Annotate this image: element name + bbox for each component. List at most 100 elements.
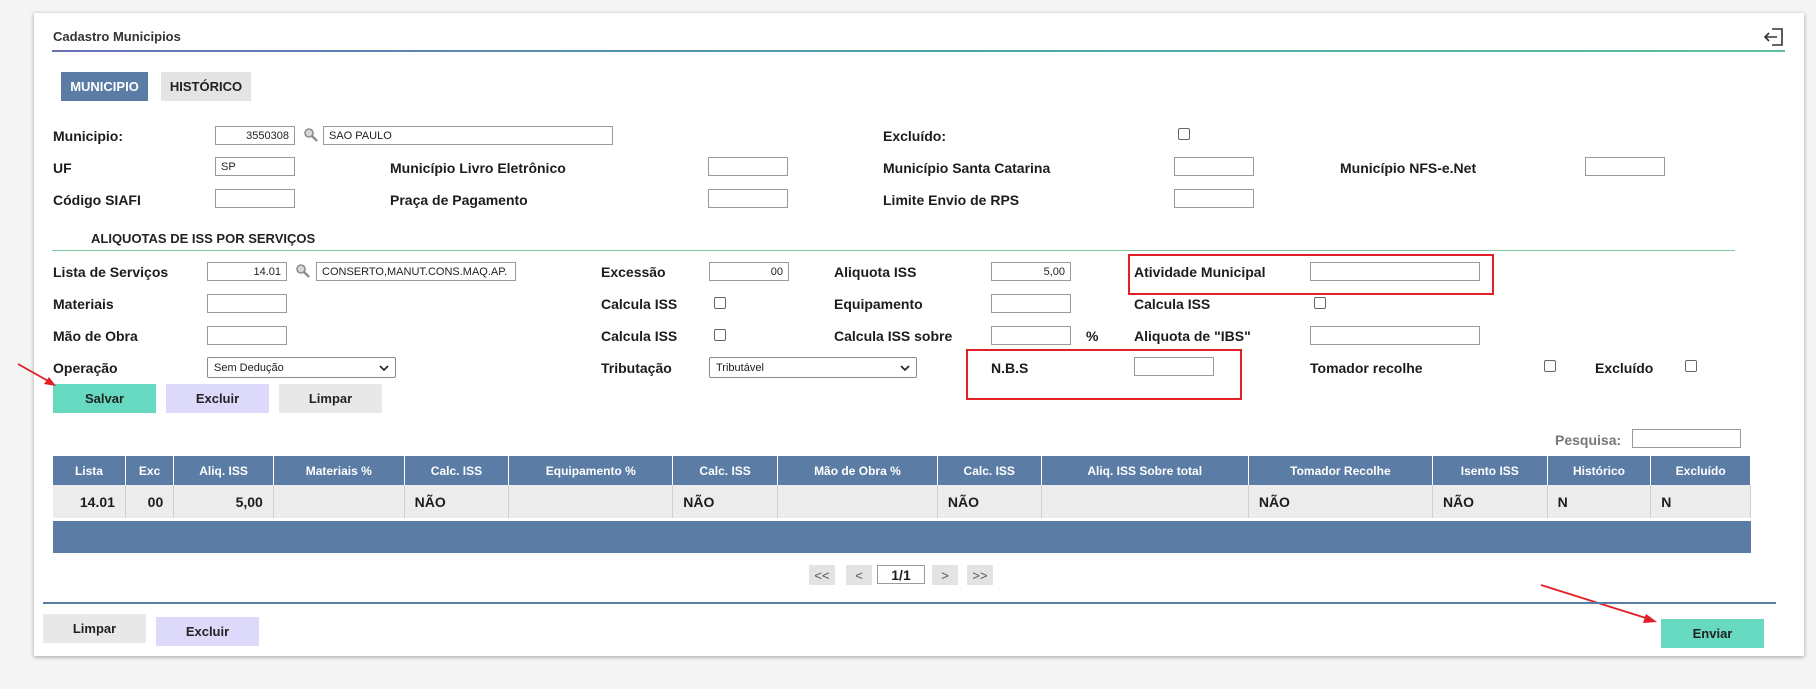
section-divider	[52, 250, 1735, 251]
page-title: Cadastro Municipios	[53, 29, 181, 44]
aliquota-iss-label: Aliquota ISS	[834, 264, 917, 280]
uf-input[interactable]: SP	[215, 157, 295, 176]
tab-municipio[interactable]: MUNICIPIO	[61, 72, 148, 101]
delete-button[interactable]: Excluir	[166, 384, 269, 413]
table-cell: N	[1650, 485, 1751, 518]
table-cell	[1041, 485, 1249, 518]
table-header-cell[interactable]: Equipamento %	[508, 456, 674, 485]
pager-next-button[interactable]: >	[932, 565, 958, 585]
footer-clear-button[interactable]: Limpar	[43, 614, 146, 643]
search-label: Pesquisa:	[1555, 432, 1622, 448]
calcula-iss-mao-obra-label: Calcula ISS	[601, 328, 678, 344]
excluido-label: Excluído:	[883, 128, 947, 144]
table-row[interactable]: 14.01 00 5,00 NÃO NÃO NÃO NÃO NÃO N N	[53, 485, 1751, 518]
search-icon[interactable]	[295, 263, 310, 278]
aliquota-ibs-input[interactable]	[1310, 326, 1480, 345]
aliquota-iss-input[interactable]: 5,00	[991, 262, 1071, 281]
table-cell: 00	[125, 485, 175, 518]
table-header-cell[interactable]: Calc. ISS	[404, 456, 510, 485]
tomador-recolhe-label: Tomador recolhe	[1310, 360, 1423, 376]
municipio-code-input[interactable]: 3550308	[215, 126, 295, 145]
atividade-municipal-input[interactable]	[1310, 262, 1480, 281]
table-header-cell[interactable]: Histórico	[1547, 456, 1652, 485]
calcula-iss-mao-obra-checkbox[interactable]	[714, 329, 726, 341]
table-cell: NÃO	[937, 485, 1042, 518]
excluido-checkbox[interactable]	[1178, 128, 1190, 140]
table-header-cell[interactable]: Mão de Obra %	[777, 456, 938, 485]
table-footer	[53, 521, 1751, 553]
table-header-row: Lista Exc Aliq. ISS Materiais % Calc. IS…	[53, 456, 1751, 485]
table-header-cell[interactable]: Excluído	[1650, 456, 1751, 485]
mao-obra-label: Mão de Obra	[53, 328, 138, 344]
arrow-annotation	[17, 363, 56, 386]
equipamento-input[interactable]	[991, 294, 1071, 313]
bottom-divider	[43, 602, 1776, 604]
calcula-iss-sobre-label: Calcula ISS sobre	[834, 328, 953, 344]
pager-first-button[interactable]: <<	[809, 565, 835, 585]
pager-prev-button[interactable]: <	[846, 565, 872, 585]
calcula-iss-equipamento-checkbox[interactable]	[1314, 297, 1326, 309]
table-cell: 5,00	[173, 485, 274, 518]
table-header-cell[interactable]: Isento ISS	[1432, 456, 1548, 485]
table-header-cell[interactable]: Lista	[53, 456, 126, 485]
table-header-cell[interactable]: Calc. ISS	[937, 456, 1042, 485]
nbs-label: N.B.S	[991, 360, 1029, 376]
table-header-cell[interactable]: Exc	[125, 456, 175, 485]
search-icon[interactable]	[303, 127, 318, 142]
title-divider	[52, 50, 1785, 52]
livro-eletronico-label: Município Livro Eletrônico	[390, 160, 566, 176]
operacao-select[interactable]: Sem Dedução	[207, 357, 396, 378]
tributacao-select[interactable]: Tributável	[709, 357, 917, 378]
table-header-cell[interactable]: Materiais %	[273, 456, 405, 485]
section-title: ALIQUOTAS DE ISS POR SERVIÇOS	[91, 231, 316, 246]
praca-pagamento-input[interactable]	[708, 189, 788, 208]
materiais-input[interactable]	[207, 294, 287, 313]
livro-eletronico-input[interactable]	[708, 157, 788, 176]
atividade-municipal-label: Atividade Municipal	[1134, 264, 1266, 280]
limite-rps-input[interactable]	[1174, 189, 1254, 208]
nbs-input[interactable]	[1134, 357, 1214, 376]
calcula-iss-materiais-checkbox[interactable]	[714, 297, 726, 309]
send-button[interactable]: Enviar	[1661, 619, 1764, 648]
excluido-aliquota-checkbox[interactable]	[1685, 360, 1697, 372]
save-button[interactable]: Salvar	[53, 384, 156, 413]
table-cell: N	[1547, 485, 1652, 518]
table-header-cell[interactable]: Tomador Recolhe	[1248, 456, 1433, 485]
tributacao-select-value: Tributável	[716, 361, 764, 374]
calcula-iss-equipamento-label: Calcula ISS	[1134, 296, 1211, 312]
tributacao-label: Tributação	[601, 360, 672, 376]
table-header-cell[interactable]: Aliq. ISS	[173, 456, 274, 485]
lista-servicos-desc-input[interactable]: CONSERTO,MANUT.CONS.MAQ.AP.	[316, 262, 516, 281]
table-cell: NÃO	[672, 485, 778, 518]
praca-pagamento-label: Praça de Pagamento	[390, 192, 528, 208]
chevron-down-icon	[379, 364, 389, 371]
table-header-cell[interactable]: Aliq. ISS Sobre total	[1041, 456, 1249, 485]
footer-delete-button[interactable]: Excluir	[156, 617, 259, 646]
santa-catarina-input[interactable]	[1174, 157, 1254, 176]
municipio-label: Municipio:	[53, 128, 123, 144]
table-cell	[273, 485, 405, 518]
siafi-input[interactable]	[215, 189, 295, 208]
table-cell	[777, 485, 938, 518]
materiais-label: Materiais	[53, 296, 114, 312]
table-cell: NÃO	[1248, 485, 1433, 518]
nfse-net-input[interactable]	[1585, 157, 1665, 176]
table-header-cell[interactable]: Calc. ISS	[672, 456, 778, 485]
limite-rps-label: Limite Envio de RPS	[883, 192, 1020, 208]
logout-icon[interactable]	[1763, 27, 1785, 47]
search-input[interactable]	[1632, 429, 1741, 448]
municipio-name-input[interactable]: SAO PAULO	[323, 126, 613, 145]
mao-obra-input[interactable]	[207, 326, 287, 345]
table-cell	[508, 485, 674, 518]
table-cell: NÃO	[404, 485, 510, 518]
excessao-label: Excessão	[601, 264, 666, 280]
tab-historico[interactable]: HISTÓRICO	[161, 72, 251, 101]
chevron-down-icon	[900, 364, 910, 371]
lista-servicos-code-input[interactable]: 14.01	[207, 262, 287, 281]
pager-last-button[interactable]: >>	[967, 565, 993, 585]
clear-button[interactable]: Limpar	[279, 384, 382, 413]
excessao-input[interactable]: 00	[709, 262, 789, 281]
tomador-recolhe-checkbox[interactable]	[1544, 360, 1556, 372]
aliquota-ibs-label: Aliquota de "IBS"	[1134, 328, 1251, 344]
calcula-iss-sobre-input[interactable]	[991, 326, 1071, 345]
